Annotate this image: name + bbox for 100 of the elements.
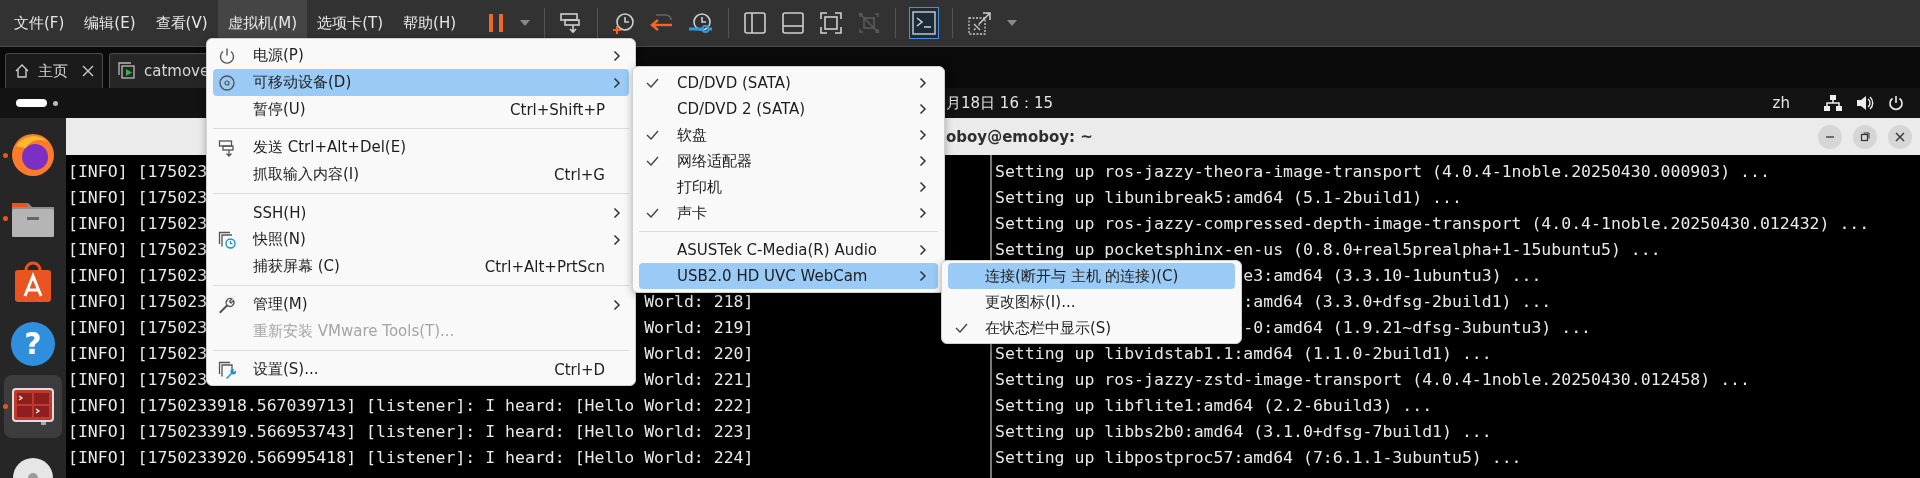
- chevron-icon: [919, 244, 927, 256]
- menu-item[interactable]: 网络适配器: [639, 148, 938, 174]
- browser-icon[interactable]: [10, 132, 56, 179]
- terminal-line: World: 218]: [644, 291, 754, 313]
- snapshot-clock-icon: [218, 230, 236, 249]
- menu-item[interactable]: 打印机: [639, 174, 938, 200]
- terminal-line: [INFO] [175023: [68, 213, 208, 235]
- power-icon: [218, 46, 236, 65]
- check-icon: [645, 130, 659, 140]
- toolbar-button[interactable]: [910, 8, 938, 38]
- shortcut-text: Ctrl+D: [554, 360, 605, 379]
- terminal-line: [INFO] [1750233919.566953743] [listener]: I heard: [Hello World: 223]: [68, 421, 754, 443]
- terminal-line: [INFO] [1750233918.567039713] [listener]: I heard: [Hello World: 222]: [68, 395, 754, 417]
- menu-item[interactable]: 软盘: [639, 122, 938, 148]
- terminal-line: Setting up pocketsphinx-en-us (0.8.0+real5prealpha+1-15ubuntu5) ...: [995, 239, 1661, 261]
- clock-plus-icon: [612, 11, 636, 35]
- menu-item[interactable]: 设置(S)... Ctrl+D: [213, 356, 629, 383]
- chevron-icon: [919, 103, 927, 115]
- disc-icon: [218, 73, 236, 92]
- terminal-line: [INFO] [175023: [68, 161, 208, 183]
- chevron-icon: [613, 49, 621, 62]
- settings-icon: [218, 360, 236, 379]
- chevron-icon: [919, 155, 927, 167]
- workspace-indicator[interactable]: [16, 99, 47, 107]
- terminal-line: Setting up libvidstab1.1:amd64 (1.1.0-2build1) ...: [995, 343, 1492, 365]
- caret-icon: [520, 20, 530, 26]
- stretch-window-icon: [967, 10, 993, 36]
- keyboard-arrow-icon: [218, 138, 236, 157]
- chevron-icon: [919, 129, 927, 141]
- terminal-line: World: 221]: [644, 369, 754, 391]
- terminal-line: [INFO] [175023: [68, 369, 208, 391]
- chevron-icon: [919, 181, 927, 193]
- clock[interactable]: 月18日 16：15: [946, 93, 1054, 113]
- menu-item[interactable]: 连接(断开与 主机 的连接)(C): [948, 263, 1235, 289]
- terminal-line: Setting up ros-jazzy-compressed-depth-image-transport (4.0.4-1noble.20250430.012432) ...: [995, 213, 1870, 235]
- network-icon[interactable]: [1824, 95, 1842, 111]
- menu-item[interactable]: 发送 Ctrl+Alt+Del(E): [213, 134, 629, 161]
- check-icon: [954, 323, 968, 333]
- chevron-icon: [613, 233, 621, 246]
- pause-icon: [486, 12, 506, 34]
- menu-item[interactable]: CD/DVD 2 (SATA): [639, 96, 938, 122]
- close-icon: [1895, 131, 1905, 142]
- power-icon[interactable]: [1888, 95, 1904, 111]
- minimize-icon: [1826, 135, 1834, 138]
- terminal-line: [INFO] [175023: [68, 239, 208, 261]
- menu-item[interactable]: 更改图标(I)...: [948, 289, 1235, 315]
- menu-item[interactable]: 在状态栏中显示(S): [948, 315, 1235, 341]
- crossed-window-icon: [857, 11, 881, 35]
- input-language[interactable]: zh: [1772, 94, 1790, 112]
- menu-item[interactable]: 捕获屏幕 (C) Ctrl+Alt+PrtScn: [213, 253, 629, 280]
- menu-item[interactable]: CD/DVD (SATA): [639, 70, 938, 96]
- terminal-line: [INFO] [1750233920.566995418] [listener]: I heard: [Hello World: 224]: [68, 447, 754, 469]
- terminal-line: :amd64 (3.3.0+dfsg-2build1) ...: [1243, 291, 1552, 313]
- terminal-line: Setting up ros-jazzy-theora-image-transport (4.0.4-1noble.20250430.000903) ...: [995, 161, 1770, 183]
- caret-icon: [1007, 20, 1017, 26]
- volume-icon[interactable]: [1856, 95, 1874, 111]
- terminal-line: World: 219]: [644, 317, 754, 339]
- menu-item[interactable]: SSH(H): [213, 199, 629, 226]
- wrench-icon: [218, 295, 236, 314]
- terminal-line: Setting up libbs2b0:amd64 (3.1.0+dfsg-7build1) ...: [995, 421, 1492, 443]
- terminal-line: [INFO] [175023: [68, 343, 208, 365]
- menu-item[interactable]: 管理(M): [213, 291, 629, 318]
- chevron-icon: [613, 206, 621, 219]
- menu-bar-item[interactable]: 编辑(E): [74, 0, 146, 47]
- workspace-dot[interactable]: [53, 100, 58, 106]
- shortcut-text: Ctrl+Alt+PrtScn: [484, 257, 605, 276]
- terminal-icon[interactable]: [11, 386, 55, 427]
- menu-item[interactable]: 可移动设备(D): [213, 69, 629, 96]
- menu-item[interactable]: 声卡: [639, 200, 938, 226]
- close-icon[interactable]: [82, 65, 94, 77]
- menu-bar-item[interactable]: 文件(F): [4, 0, 75, 47]
- fullscreen-icon: [819, 11, 843, 35]
- restore-icon: [1860, 131, 1870, 142]
- chevron-icon: [919, 270, 927, 282]
- menu-item[interactable]: USB2.0 HD UVC WebCam: [639, 263, 938, 289]
- close-button[interactable]: [1888, 124, 1912, 149]
- keyboard-arrow-icon: [559, 12, 583, 34]
- terminal-line: Setting up libunibreak5:amd64 (5.1-2build1) ...: [995, 187, 1462, 209]
- terminal-line: -0:amd64 (1.9.21~dfsg-3ubuntu3) ...: [1243, 317, 1592, 339]
- menu-item[interactable]: ASUSTek C-Media(R) Audio: [639, 237, 938, 263]
- terminal-line: Setting up libflite1:amd64 (2.2-6build3) ...: [995, 395, 1433, 417]
- terminal-line: Setting up ros-jazzy-zstd-image-transport (4.0.4-1noble.20250430.012458) ...: [995, 369, 1750, 391]
- check-icon: [645, 78, 659, 88]
- bottom-panel-layout-icon: [781, 11, 805, 35]
- console-icon: [912, 11, 936, 35]
- shortcut-text: Ctrl+G: [554, 165, 605, 184]
- menu-item[interactable]: 快照(N): [213, 226, 629, 253]
- shortcut-text: Ctrl+Shift+P: [510, 100, 605, 119]
- minimize-button[interactable]: [1818, 124, 1842, 149]
- clock-wrench-icon: [688, 11, 714, 35]
- menu-item[interactable]: 抓取输入内容(I) Ctrl+G: [213, 161, 629, 188]
- check-icon: [645, 156, 659, 166]
- terminal-line: [INFO] [175023: [68, 265, 208, 287]
- menu-item[interactable]: 暂停(U) Ctrl+Shift+P: [213, 96, 629, 123]
- terminal-line: e3:amd64 (3.3.10-1ubuntu3) ...: [1243, 265, 1542, 287]
- terminal-line: [INFO] [175023: [68, 291, 208, 313]
- tab[interactable]: 主页: [5, 53, 103, 88]
- maximize-button[interactable]: [1853, 124, 1877, 149]
- chevron-icon: [919, 77, 927, 89]
- check-icon: [645, 208, 659, 218]
